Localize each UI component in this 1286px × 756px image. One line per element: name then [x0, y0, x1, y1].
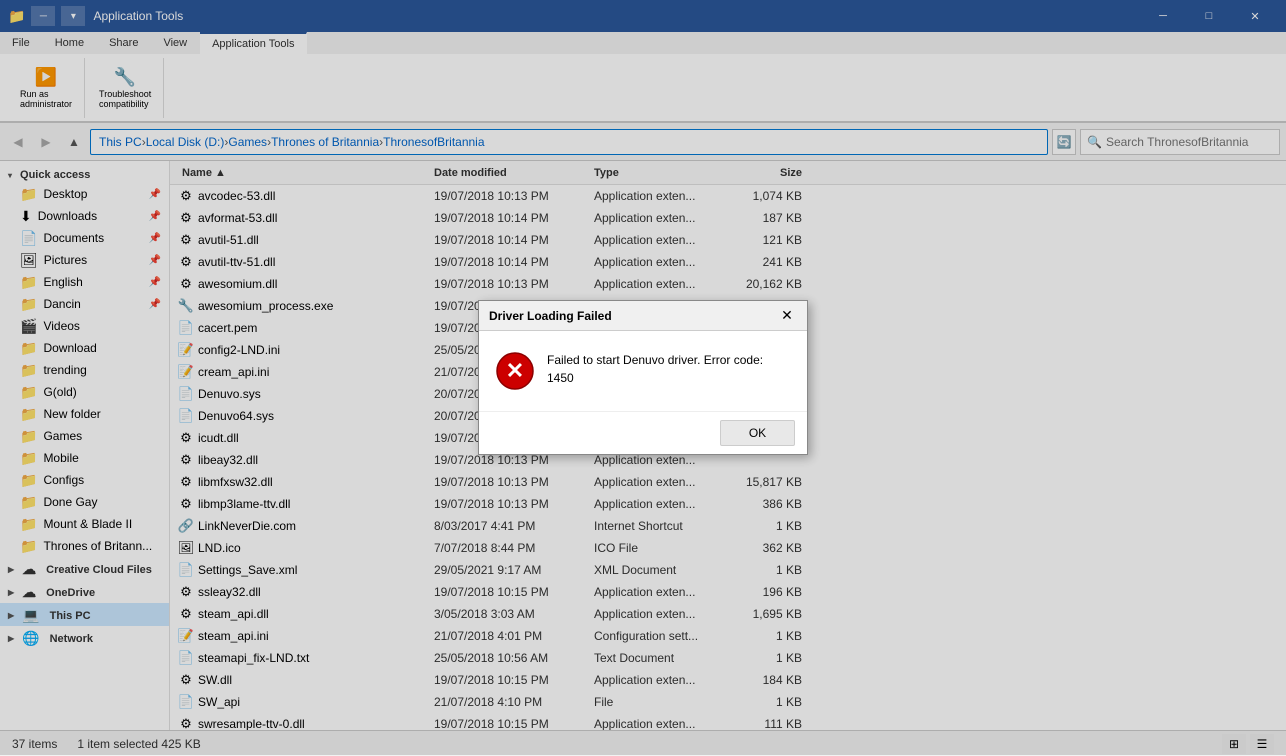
error-dialog: Driver Loading Failed ✕ ✕ Failed to star… — [478, 300, 808, 455]
dialog-title: Driver Loading Failed — [489, 309, 612, 323]
dialog-ok-button[interactable]: OK — [720, 420, 795, 446]
dialog-overlay: Driver Loading Failed ✕ ✕ Failed to star… — [0, 0, 1286, 755]
svg-text:✕: ✕ — [506, 358, 524, 383]
dialog-close-button[interactable]: ✕ — [777, 306, 797, 326]
error-icon: ✕ — [495, 351, 535, 391]
dialog-body: ✕ Failed to start Denuvo driver. Error c… — [479, 331, 807, 411]
dialog-title-bar: Driver Loading Failed ✕ — [479, 301, 807, 331]
dialog-message: Failed to start Denuvo driver. Error cod… — [547, 351, 791, 387]
dialog-footer: OK — [479, 411, 807, 454]
